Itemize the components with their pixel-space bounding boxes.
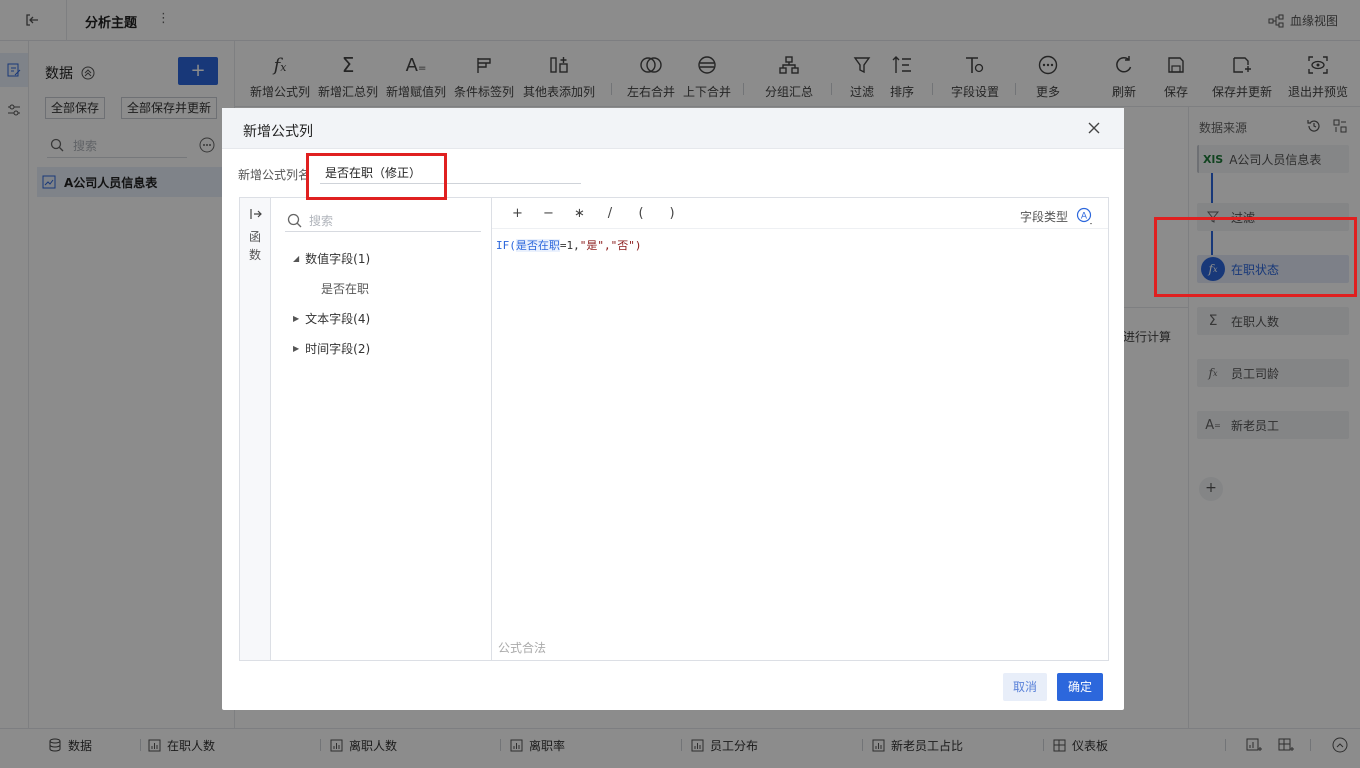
plus-operator[interactable]: + bbox=[512, 206, 523, 221]
close-paren-operator[interactable]: ) bbox=[667, 206, 677, 221]
caret-right-icon: ▶ bbox=[293, 344, 300, 353]
cancel-button[interactable]: 取消 bbox=[1003, 673, 1047, 701]
close-icon[interactable] bbox=[1088, 122, 1100, 134]
field-search-input[interactable]: 搜索 bbox=[285, 210, 481, 232]
search-icon bbox=[287, 213, 302, 228]
function-panel-toggle[interactable]: 函数 bbox=[240, 198, 271, 660]
tree-node-time[interactable]: ▶ 时间字段(2) bbox=[293, 340, 370, 357]
tree-node-numeric[interactable]: ◢ 数值字段(1) bbox=[293, 250, 370, 267]
field-item[interactable]: 是否在职 bbox=[321, 280, 369, 297]
multiply-operator[interactable]: ∗ bbox=[574, 206, 585, 221]
field-type-label: 字段类型 bbox=[1020, 209, 1069, 224]
tree-node-label: 数值字段(1) bbox=[305, 252, 371, 266]
formula-input[interactable]: IF(是否在职=1,"是","否") bbox=[496, 237, 642, 253]
text-type-icon: A bbox=[1076, 207, 1094, 225]
highlight-box bbox=[306, 153, 447, 200]
function-label: 函数 bbox=[249, 230, 262, 262]
field-item-label: 是否在职 bbox=[321, 282, 370, 296]
open-paren-operator[interactable]: ( bbox=[636, 206, 646, 221]
minus-operator[interactable]: − bbox=[543, 206, 554, 221]
dialog-title: 新增公式列 bbox=[243, 124, 313, 140]
tree-node-label: 文本字段(4) bbox=[305, 312, 371, 326]
formula-validity-status: 公式合法 bbox=[498, 641, 547, 655]
highlight-box bbox=[1154, 217, 1357, 297]
column-name-label: 新增公式列名 bbox=[238, 168, 311, 182]
divide-operator[interactable]: / bbox=[605, 206, 615, 221]
caret-right-icon: ▶ bbox=[293, 314, 300, 323]
svg-text:A: A bbox=[1081, 212, 1088, 222]
confirm-button[interactable]: 确定 bbox=[1057, 673, 1103, 701]
field-list-panel: 搜索 ◢ 数值字段(1) 是否在职 ▶ 文本字段(4) ▶ 时间字段(2) bbox=[271, 198, 492, 660]
formula-editor: 函数 搜索 ◢ 数值字段(1) 是否在职 ▶ 文本字段(4) ▶ 时间字段(2)… bbox=[239, 197, 1109, 661]
tree-node-text[interactable]: ▶ 文本字段(4) bbox=[293, 310, 370, 327]
operator-bar: + − ∗ / ( ) bbox=[512, 206, 677, 221]
search-placeholder: 搜索 bbox=[309, 214, 334, 228]
dialog-header bbox=[222, 108, 1124, 149]
expand-right-icon bbox=[250, 208, 262, 220]
field-type-toggle[interactable]: 字段类型 A bbox=[1020, 207, 1094, 225]
caret-down-icon: ◢ bbox=[293, 254, 300, 263]
tree-node-label: 时间字段(2) bbox=[305, 342, 371, 356]
divider bbox=[492, 228, 1108, 229]
formula-editor-area: + − ∗ / ( ) 字段类型 A IF(是否在职=1,"是","否") 公式… bbox=[492, 198, 1108, 660]
